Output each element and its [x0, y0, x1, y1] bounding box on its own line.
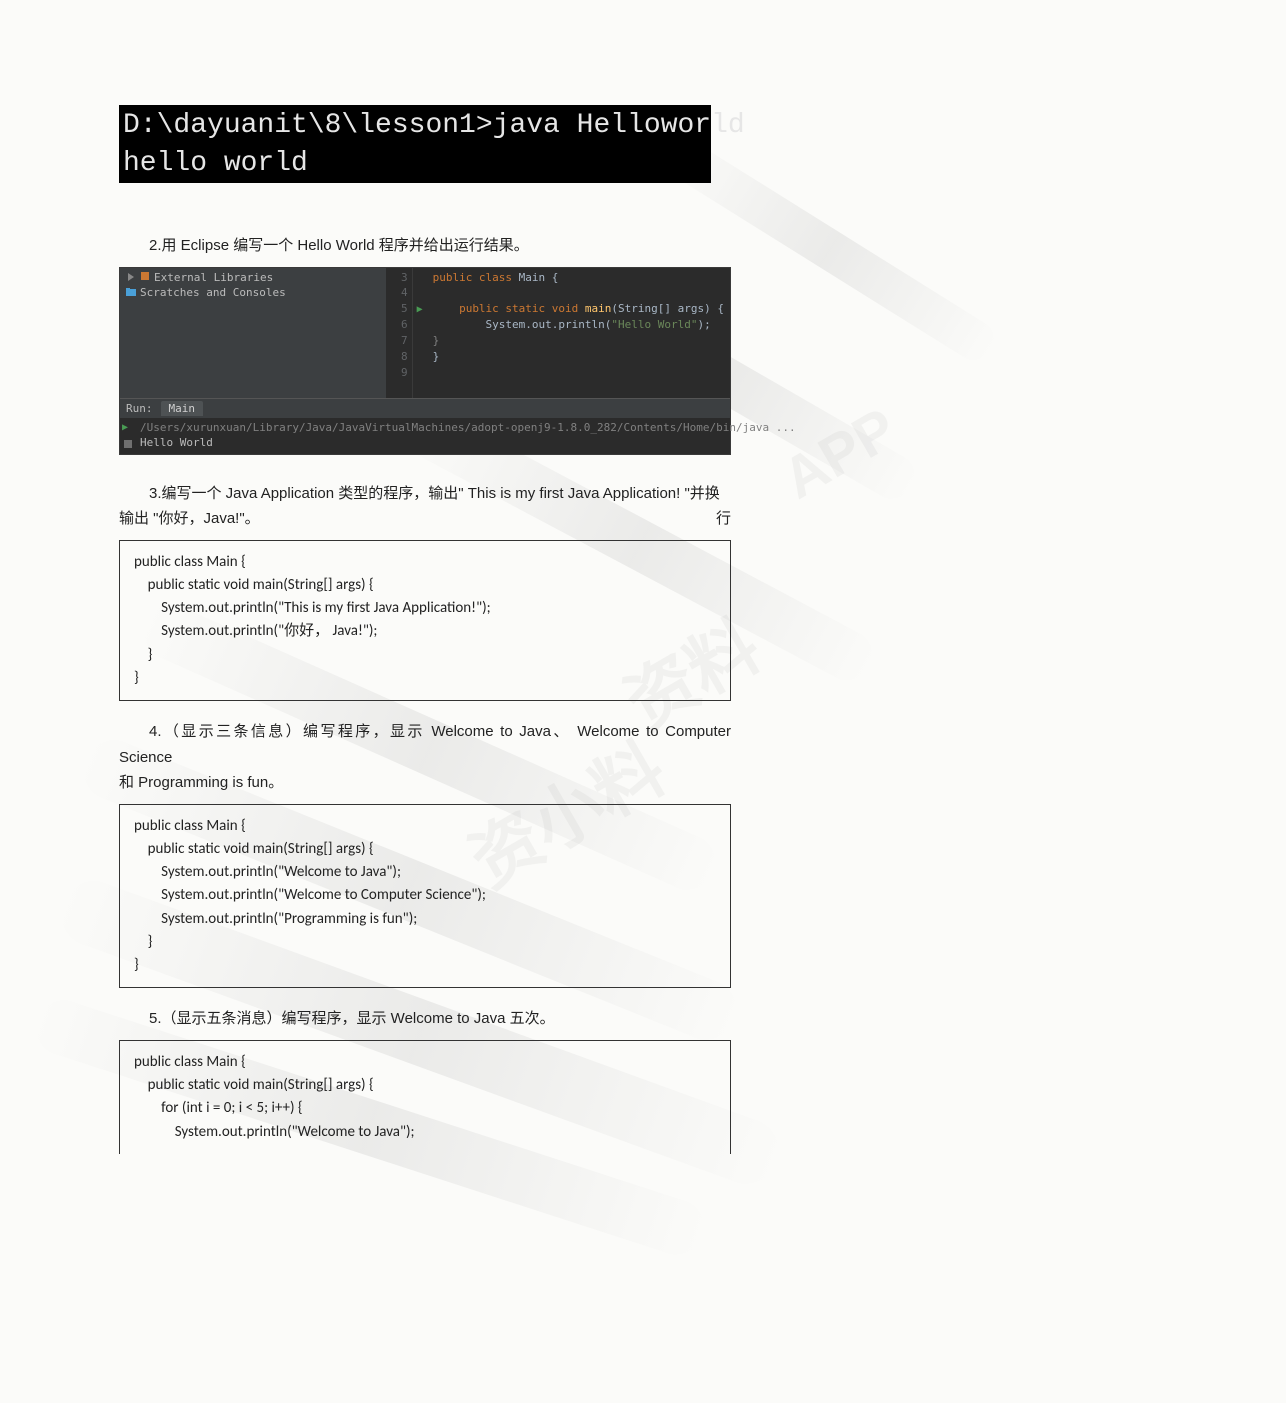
run-label: Run: [126, 402, 153, 415]
ide-upper: External Libraries Scratches and Console… [120, 268, 730, 398]
run-toolbar: Run: Main [120, 398, 730, 418]
watermark-text: APP [771, 395, 908, 513]
cmd-terminal: D:\dayuanit\8\lesson1>java Helloworld he… [119, 105, 711, 183]
tree-label: External Libraries [154, 271, 273, 284]
terminal-line-1: D:\dayuanit\8\lesson1>java Helloworld [123, 110, 745, 141]
tree-label: Scratches and Consoles [140, 286, 286, 299]
code-block-5: public class Main { public static void m… [119, 1040, 731, 1154]
project-tree: External Libraries Scratches and Console… [120, 268, 386, 398]
question-2: 2.用 Eclipse 编写一个 Hello World 程序并给出运行结果。 [119, 233, 731, 259]
question-3: 3.编写一个 Java Application 类型的程序，输出" This i… [119, 481, 731, 532]
content-column: 2.用 Eclipse 编写一个 Hello World 程序并给出运行结果。 … [119, 225, 731, 1154]
tree-row-external-libraries[interactable]: External Libraries [126, 270, 380, 285]
console-path: /Users/xurunxuan/Library/Java/JavaVirtua… [140, 421, 796, 434]
ide-window: External Libraries Scratches and Console… [119, 267, 731, 455]
console-stdout: Hello World [140, 436, 213, 449]
console-pane: ▶ /Users/xurunxuan/Library/Java/JavaVirt… [120, 418, 730, 454]
code-area[interactable]: public class Main { public static void m… [427, 268, 730, 398]
folder-icon [126, 287, 136, 297]
line-gutter: 3 4 5 6 7 8 9 [386, 268, 413, 398]
rerun-icon[interactable]: ▶ [122, 422, 134, 434]
question-4: 4.（显示三条信息）编写程序，显示 Welcome to Java、 Welco… [119, 719, 731, 796]
stop-icon[interactable] [122, 438, 134, 450]
chevron-right-icon [126, 272, 136, 282]
library-icon [140, 271, 150, 284]
run-gutter: · · ▶ [413, 268, 427, 398]
console-output: /Users/xurunxuan/Library/Java/JavaVirtua… [136, 418, 800, 454]
question-5: 5.（显示五条消息）编写程序，显示 Welcome to Java 五次。 [119, 1006, 731, 1032]
code-block-4: public class Main { public static void m… [119, 804, 731, 989]
code-block-3: public class Main { public static void m… [119, 540, 731, 702]
console-action-bar: ▶ [120, 418, 136, 454]
page: 资料 资小料 APP D:\dayuanit\8\lesson1>java He… [0, 0, 1286, 1403]
run-tab-main[interactable]: Main [161, 401, 204, 416]
terminal-line-2: hello world [123, 148, 308, 179]
tree-row-scratches[interactable]: Scratches and Consoles [126, 285, 380, 300]
editor-pane: 3 4 5 6 7 8 9 · · ▶ public class Main { … [386, 268, 730, 398]
run-line-icon[interactable]: ▶ [417, 304, 423, 315]
